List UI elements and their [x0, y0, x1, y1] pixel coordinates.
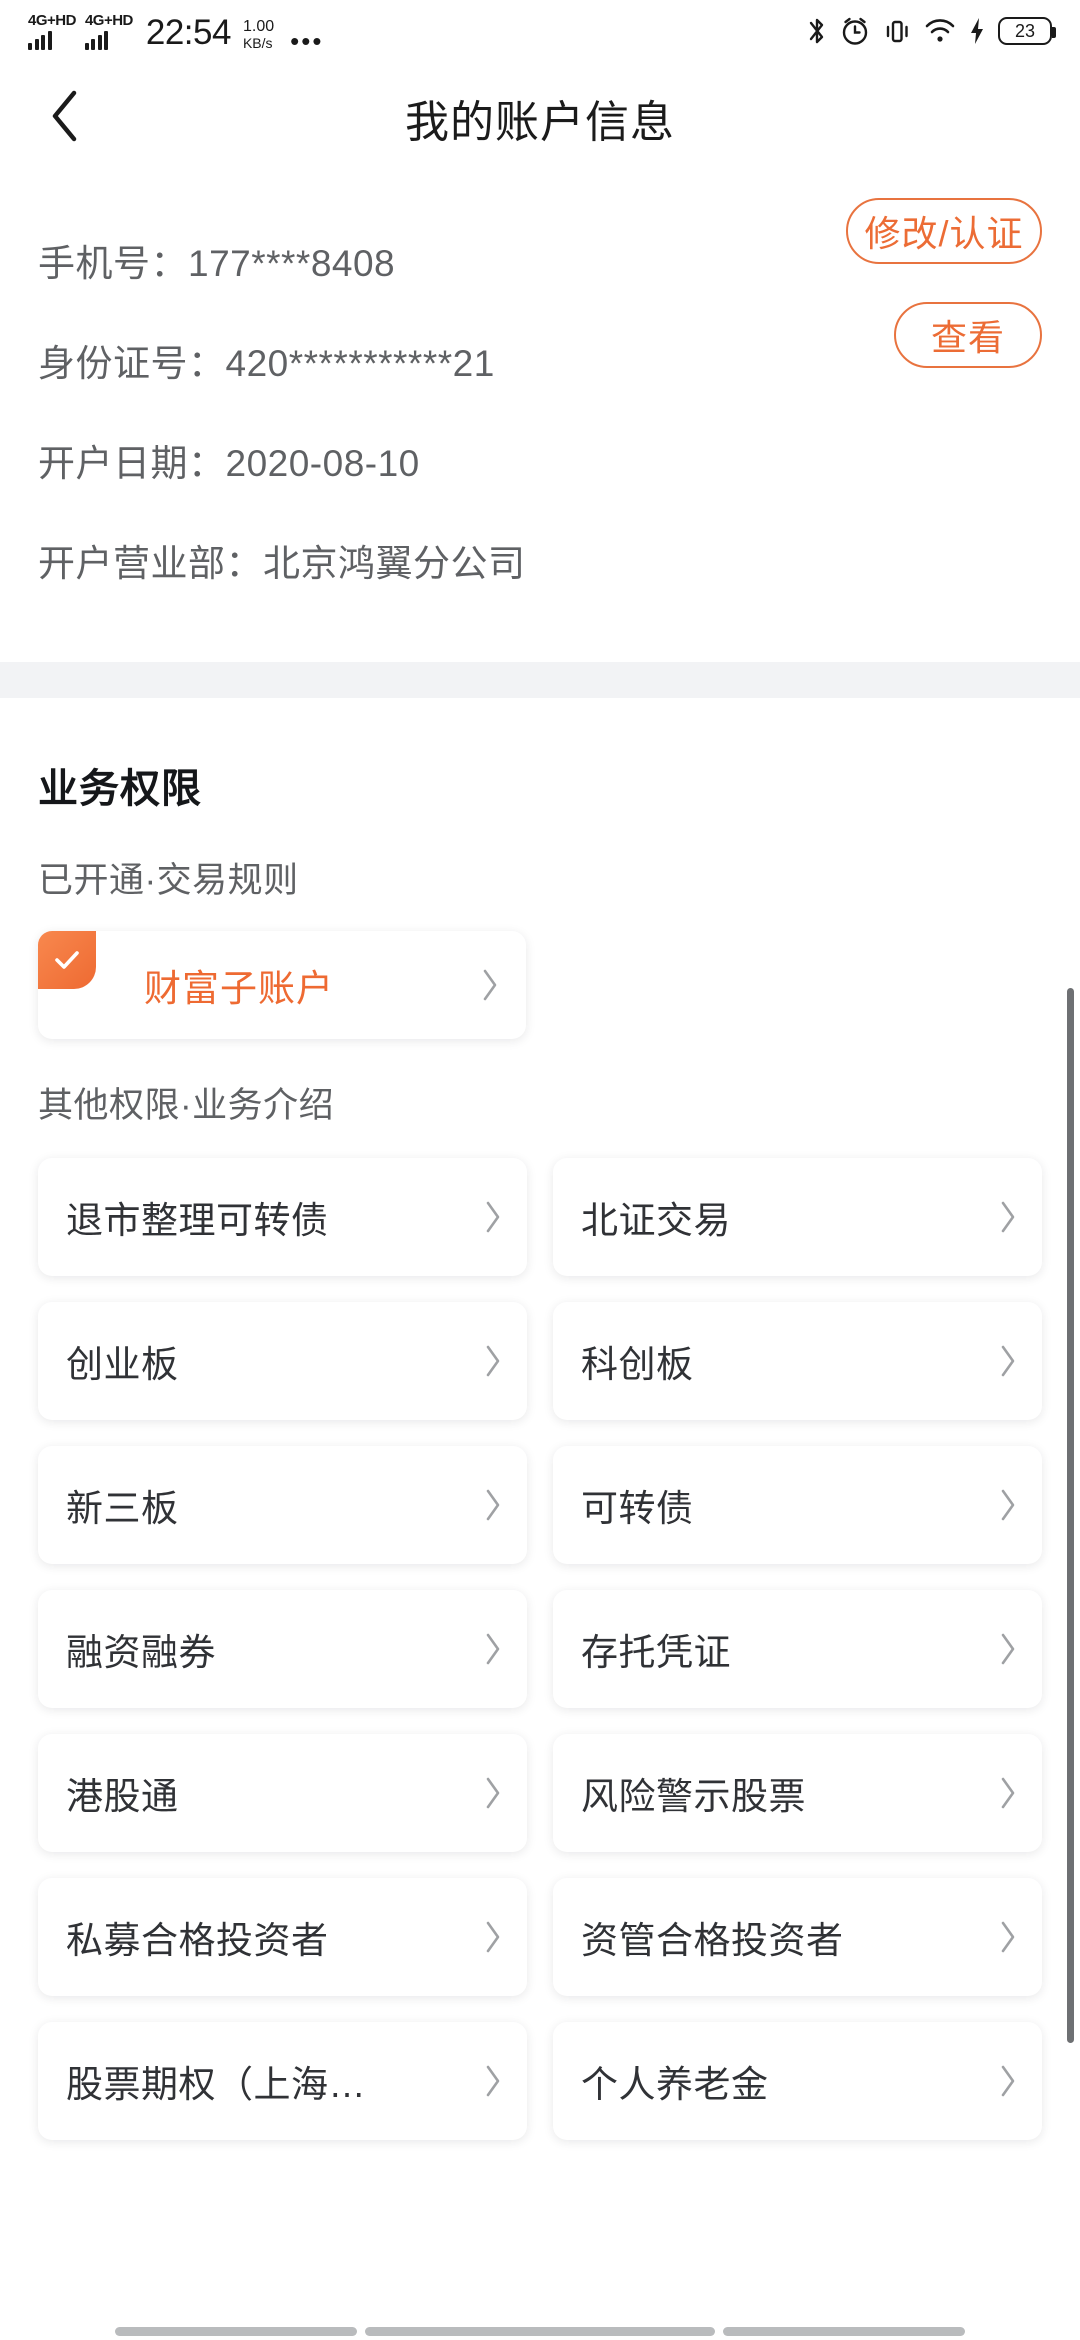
chevron-right-icon — [988, 1920, 1018, 1954]
business-permissions-section: 业务权限 已开通·交易规则 财富子账户 其他权限·业务介绍 退市整理可转债 北证… — [0, 698, 1080, 2180]
open-date-label: 开户日期：2020-08-10 — [38, 443, 420, 484]
permission-label: 新三板 — [66, 1488, 179, 1529]
permission-card[interactable]: 资管合格投资者 — [553, 1878, 1042, 1996]
phone-screen: 4G+HD 4G+HD 22:54 1.00 KB/s ••• 23 我的账户信… — [0, 0, 1080, 2340]
permission-card[interactable]: 港股通 — [38, 1734, 527, 1852]
gesture-hint-recents[interactable] — [723, 2326, 965, 2336]
permission-card[interactable]: 新三板 — [38, 1446, 527, 1564]
permission-card[interactable]: 可转债 — [553, 1446, 1042, 1564]
chevron-right-icon — [988, 1200, 1018, 1234]
chevron-right-icon — [473, 1632, 503, 1666]
permission-card[interactable]: 私募合格投资者 — [38, 1878, 527, 1996]
phone-number-label: 手机号：177****8408 — [38, 243, 396, 284]
permission-card[interactable]: 存托凭证 — [553, 1590, 1042, 1708]
vibrate-icon — [882, 16, 912, 46]
permission-card[interactable]: 创业板 — [38, 1302, 527, 1420]
branch-label: 开户营业部：北京鸿翼分公司 — [38, 543, 526, 584]
info-row-id-number: 身份证号：420***********21 查看 — [38, 302, 1042, 410]
account-info-block: 手机号：177****8408 修改/认证 身份证号：420**********… — [0, 198, 1080, 610]
other-permissions-grid: 退市整理可转债 北证交易 创业板 科创板 新三板 可转债 融资融券 存托凭证 港… — [38, 1128, 1042, 2180]
permission-label: 北证交易 — [581, 1200, 731, 1241]
network-speed-indicator: 1.00 KB/s — [242, 17, 275, 51]
opened-permission-card[interactable]: 财富子账户 — [38, 931, 526, 1039]
permission-card[interactable]: 融资融券 — [38, 1590, 527, 1708]
more-notifications-icon: ••• — [290, 25, 324, 56]
network-speed-unit: KB/s — [242, 34, 273, 51]
status-bar-left: 4G+HD 4G+HD 22:54 1.00 KB/s ••• — [28, 11, 324, 56]
title-bar: 我的账户信息 — [0, 62, 1080, 174]
permission-label: 退市整理可转债 — [66, 1200, 329, 1241]
view-id-button[interactable]: 查看 — [894, 302, 1042, 368]
permission-card[interactable]: 退市整理可转债 — [38, 1158, 527, 1276]
chevron-right-icon — [473, 1200, 503, 1234]
permission-label: 创业板 — [66, 1344, 179, 1385]
permission-label: 风险警示股票 — [581, 1776, 806, 1817]
signal-bars-icon-1 — [28, 30, 52, 50]
gesture-hint-home[interactable] — [365, 2326, 715, 2336]
bluetooth-icon — [806, 15, 828, 47]
permission-label: 股票期权（上海… — [66, 2064, 366, 2105]
permission-label: 可转债 — [581, 1488, 694, 1529]
chevron-right-icon — [473, 1776, 503, 1810]
scrollbar-thumb[interactable] — [1067, 988, 1074, 2043]
gesture-hint-back[interactable] — [115, 2326, 357, 2336]
chevron-right-icon — [480, 968, 500, 1002]
scroll-content[interactable]: · · · · · · · · · · 手机号：177****8408 修改/认… — [0, 174, 1080, 2340]
info-row-phone: 手机号：177****8408 修改/认证 — [38, 198, 1042, 310]
alarm-icon — [840, 16, 870, 46]
permission-card[interactable]: 科创板 — [553, 1302, 1042, 1420]
back-button[interactable] — [30, 83, 100, 153]
signal-indicator-sim2: 4G+HD — [84, 11, 133, 50]
permission-card[interactable]: 股票期权（上海… — [38, 2022, 527, 2140]
status-bar: 4G+HD 4G+HD 22:54 1.00 KB/s ••• 23 — [0, 0, 1080, 62]
chevron-right-icon — [473, 2064, 503, 2098]
wifi-icon — [924, 17, 956, 45]
id-number-label: 身份证号：420***********21 — [38, 343, 495, 384]
opened-permission-label: 财富子账户 — [144, 968, 334, 1009]
gesture-navigation-bar[interactable] — [0, 2322, 1080, 2340]
check-icon — [38, 931, 96, 989]
permission-label: 港股通 — [66, 1776, 179, 1817]
permission-label: 存托凭证 — [581, 1632, 731, 1673]
battery-level-label: 23 — [1014, 20, 1036, 41]
chevron-right-icon — [988, 1632, 1018, 1666]
permission-label: 资管合格投资者 — [581, 1920, 844, 1961]
network-type-label-2: 4G+HD — [84, 11, 133, 29]
chevron-right-icon — [988, 1344, 1018, 1378]
chevron-right-icon — [473, 1488, 503, 1522]
permissions-heading: 业务权限 — [38, 767, 202, 811]
network-speed-value: 1.00 — [242, 17, 275, 35]
permission-label: 科创板 — [581, 1344, 694, 1385]
signal-indicator-sim1: 4G+HD — [28, 13, 76, 50]
charging-bolt-icon — [968, 16, 986, 46]
info-row-open-date: 开户日期：2020-08-10 — [38, 410, 1042, 510]
opened-permissions-list: 财富子账户 — [38, 903, 1042, 1039]
permission-label: 个人养老金 — [581, 2064, 769, 2105]
chevron-right-icon — [988, 2064, 1018, 2098]
permission-card[interactable]: 风险警示股票 — [553, 1734, 1042, 1852]
chevron-left-icon — [48, 88, 82, 149]
modify-verify-button[interactable]: 修改/认证 — [846, 198, 1042, 264]
chevron-right-icon — [988, 1776, 1018, 1810]
permission-label: 融资融券 — [66, 1632, 216, 1673]
page-title: 我的账户信息 — [405, 98, 675, 147]
battery-icon: 23 — [998, 17, 1056, 45]
status-bar-clock: 22:54 — [145, 12, 232, 52]
network-type-label-1: 4G+HD — [28, 11, 76, 29]
modify-verify-label: 修改/认证 — [864, 213, 1024, 254]
chevron-right-icon — [473, 1920, 503, 1954]
status-bar-right: 23 — [806, 15, 1056, 47]
permission-card[interactable]: 个人养老金 — [553, 2022, 1042, 2140]
chevron-right-icon — [988, 1488, 1018, 1522]
other-permissions-subtitle: 其他权限·业务介绍 — [38, 1086, 335, 1125]
clipped-row-text: · · · · · · · · · · — [38, 174, 248, 180]
section-divider-band — [0, 662, 1080, 698]
chevron-right-icon — [473, 1344, 503, 1378]
permission-label: 私募合格投资者 — [66, 1920, 329, 1961]
info-row-branch: 开户营业部：北京鸿翼分公司 — [38, 510, 1042, 610]
opened-permissions-subtitle: 已开通·交易规则 — [38, 861, 299, 900]
view-id-label: 查看 — [930, 317, 1005, 358]
permission-card[interactable]: 北证交易 — [553, 1158, 1042, 1276]
signal-bars-icon-2 — [84, 30, 109, 50]
